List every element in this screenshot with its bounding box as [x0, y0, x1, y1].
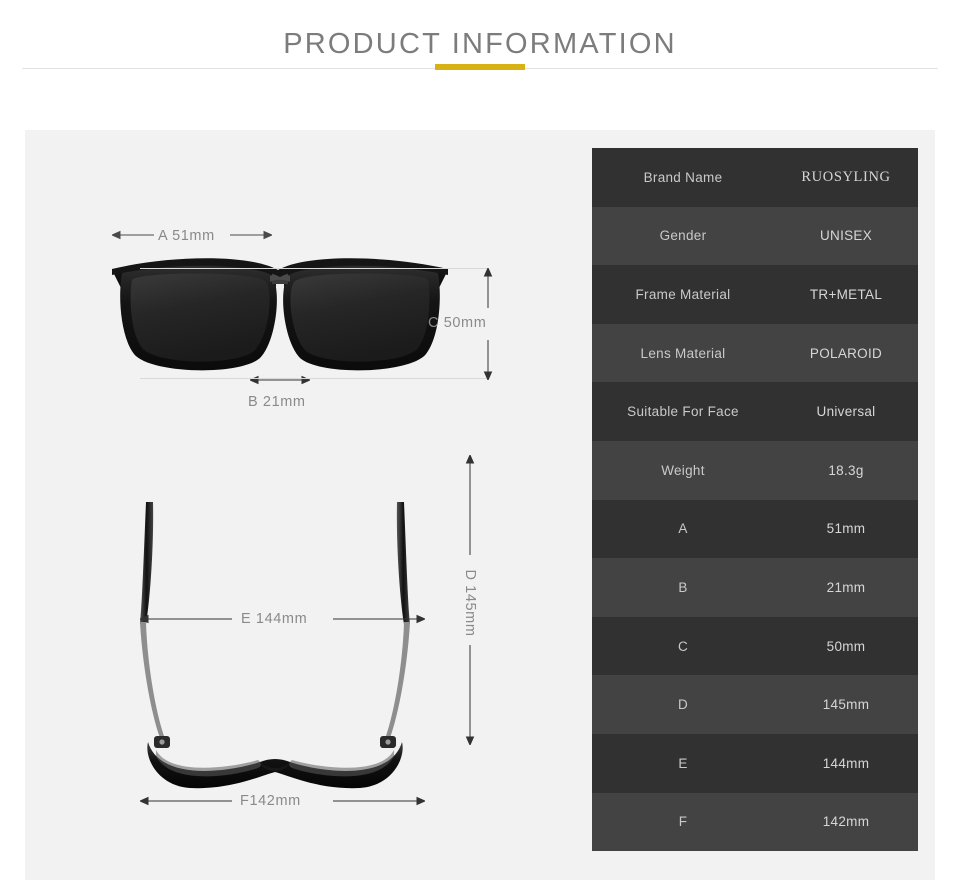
dimension-label-c: C 50mm: [428, 315, 487, 331]
table-row: Gender UNISEX: [592, 206, 918, 266]
dimension-label-a: A 51mm: [158, 228, 215, 244]
spec-label: E: [678, 755, 688, 771]
spec-value: 51mm: [826, 521, 866, 537]
page-header: PRODUCT INFORMATION: [0, 0, 960, 100]
spec-value: 50mm: [826, 638, 866, 654]
spec-label: Gender: [659, 228, 707, 244]
dimension-label-b: B 21mm: [248, 394, 306, 410]
table-row: D 145mm: [592, 675, 918, 734]
table-row: Frame Material TR+METAL: [592, 265, 918, 324]
spec-label: D: [677, 697, 689, 713]
spec-label: Frame Material: [635, 286, 731, 302]
dimension-label-e: E 144mm: [241, 611, 308, 627]
spec-label: F: [678, 814, 688, 830]
spec-label: Weight: [661, 462, 705, 478]
guide-line-bottom: [140, 378, 488, 379]
spec-value: 18.3g: [828, 462, 864, 478]
table-row: F 142mm: [592, 792, 918, 852]
spec-value: 21mm: [826, 579, 866, 595]
sunglasses-front-image: [112, 258, 448, 371]
guide-line-top: [140, 268, 488, 269]
table-row: Suitable For Face Universal: [592, 382, 918, 441]
spec-value: RUOSYLING: [801, 168, 891, 185]
spec-label: A: [678, 521, 688, 537]
spec-value: TR+METAL: [809, 286, 883, 302]
header-accent-bar: [435, 64, 525, 70]
table-row: A 51mm: [592, 499, 918, 559]
spec-value: 144mm: [822, 755, 870, 771]
spec-value: Universal: [816, 404, 876, 420]
spec-label: B: [678, 579, 688, 595]
table-row: E 144mm: [592, 733, 918, 793]
dimension-label-d: D 145mm: [462, 569, 478, 637]
spec-value: POLAROID: [809, 345, 883, 361]
table-row: Lens Material POLAROID: [592, 323, 918, 383]
spec-label: Suitable For Face: [627, 404, 739, 420]
table-row: Weight 18.3g: [592, 440, 918, 500]
spec-value: 145mm: [822, 697, 870, 713]
spec-label: C: [677, 638, 689, 654]
dimension-arrow-b: [250, 375, 310, 385]
sunglasses-top-image: [140, 502, 410, 789]
spec-label: Lens Material: [640, 345, 726, 361]
page-title: PRODUCT INFORMATION: [283, 28, 677, 60]
spec-label: Brand Name: [643, 169, 723, 185]
table-row: Brand Name RUOSYLING: [592, 148, 918, 207]
specification-table: Brand Name RUOSYLING Gender UNISEX Frame Mat…: [592, 148, 918, 852]
table-row: C 50mm: [592, 616, 918, 676]
table-row: B 21mm: [592, 558, 918, 617]
spec-value: UNISEX: [819, 228, 873, 244]
dimension-label-f: F142mm: [240, 793, 301, 809]
spec-value: 142mm: [822, 814, 870, 830]
